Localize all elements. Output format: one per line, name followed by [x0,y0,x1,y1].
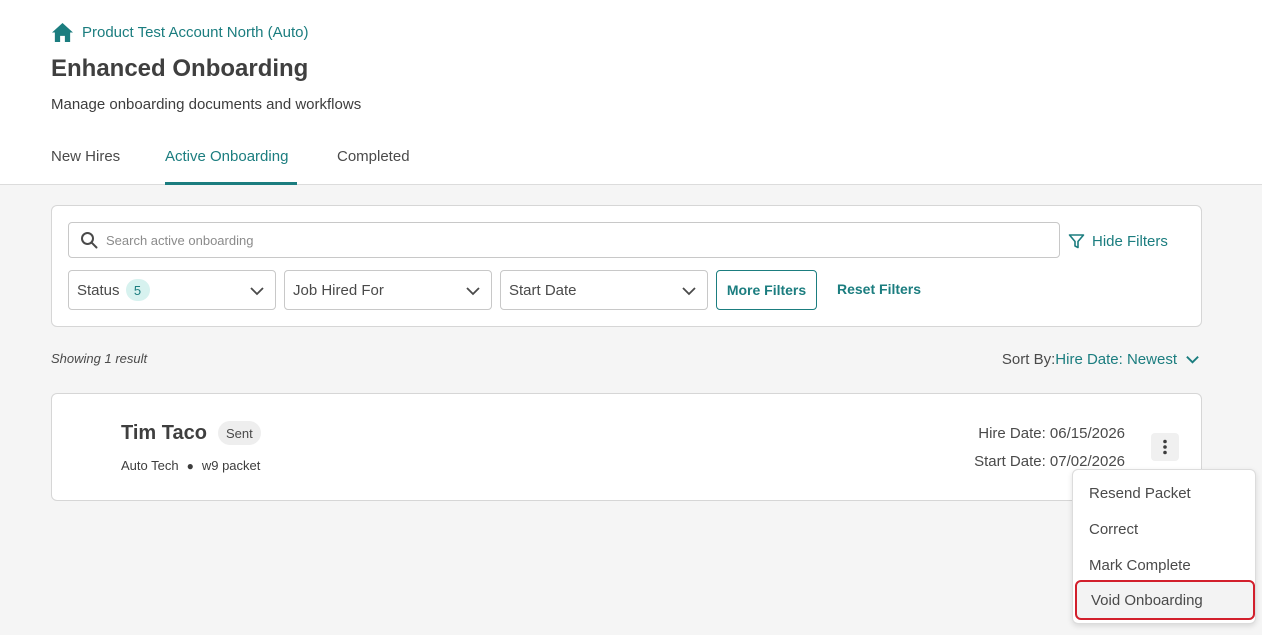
page-subtitle: Manage onboarding documents and workflow… [51,96,362,113]
hire-name[interactable]: Tim Taco [121,422,207,445]
sort-by: Sort By: Hire Date: Newest [1002,351,1200,368]
kebab-menu-icon [1163,439,1167,455]
list-item: Tim Taco Sent Auto Tech ● w9 packet Hire… [51,393,1202,501]
tab-new-hires[interactable]: New Hires [51,147,120,185]
packet-name: w9 packet [201,458,261,473]
status-dropdown[interactable]: Status 5 [68,270,276,310]
tab-completed[interactable]: Completed [337,147,410,185]
menu-item-mark-complete[interactable]: Mark Complete [1075,548,1255,582]
hide-filters-button[interactable]: Hide Filters [1068,230,1168,252]
chevron-down-icon [1186,356,1199,364]
breadcrumb[interactable]: Product Test Account North (Auto) [51,20,309,44]
chevron-down-icon [682,287,696,296]
reset-filters-link[interactable]: Reset Filters [837,281,921,297]
job-dropdown-label: Job Hired For [293,281,384,299]
search-icon [81,232,98,249]
menu-item-correct[interactable]: Correct [1075,512,1255,546]
actions-menu: Resend Packet Correct Mark Complete Void… [1072,469,1256,624]
menu-item-resend-packet[interactable]: Resend Packet [1075,476,1255,510]
sort-by-label: Sort By: [1001,351,1056,368]
result-count: Showing 1 result [51,351,148,366]
chevron-down-icon [466,287,480,296]
page-title: Enhanced Onboarding [51,55,309,82]
home-icon [52,22,73,42]
status-count-badge: 5 [125,279,150,301]
hire-date: Hire Date: 06/15/2026 [978,425,1125,442]
search-box[interactable] [68,222,1060,258]
page-header: Product Test Account North (Auto) Enhanc… [0,0,1262,185]
start-date-dropdown-label: Start Date [509,281,577,299]
start-date: Start Date: 07/02/2026 [974,453,1125,470]
tab-active-onboarding[interactable]: Active Onboarding [165,147,297,185]
job-hired-for-dropdown[interactable]: Job Hired For [284,270,492,310]
start-date-dropdown[interactable]: Start Date [500,270,708,310]
hide-filters-label: Hide Filters [1092,232,1168,250]
sort-by-value: Hire Date: Newest [1055,351,1177,368]
job-title: Auto Tech [121,458,179,473]
more-filters-button[interactable]: More Filters [716,270,817,310]
chevron-down-icon [250,287,264,296]
more-actions-button[interactable] [1151,433,1179,461]
status-dropdown-label: Status [77,281,120,299]
search-input[interactable] [106,232,1059,248]
separator-dot: ● [186,458,194,473]
breadcrumb-account-link[interactable]: Product Test Account North (Auto) [82,24,309,41]
hire-meta: Auto Tech ● w9 packet [121,458,260,473]
sort-by-dropdown[interactable]: Hire Date: Newest [1055,351,1200,368]
menu-item-void-onboarding[interactable]: Void Onboarding [1075,580,1255,620]
status-badge: Sent [218,421,261,445]
filter-icon [1068,233,1085,248]
filter-panel: Hide Filters Status 5 Job Hired For Star… [51,205,1202,327]
